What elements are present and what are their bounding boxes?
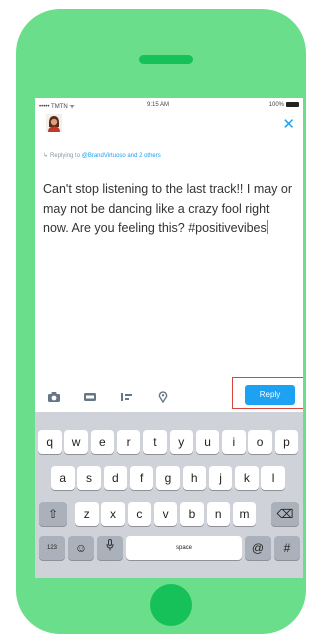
- key-p[interactable]: p: [274, 430, 299, 454]
- clock: 9:15 AM: [147, 102, 170, 108]
- space-key[interactable]: space: [126, 536, 242, 560]
- shift-key[interactable]: ⇧: [39, 502, 67, 526]
- key-o[interactable]: o: [248, 430, 272, 454]
- key-c[interactable]: c: [127, 502, 152, 526]
- key-z[interactable]: z: [75, 502, 99, 526]
- home-button[interactable]: [150, 584, 192, 626]
- battery-percent: 100%: [268, 102, 284, 109]
- key-w[interactable]: w: [64, 430, 88, 454]
- carrier-label: ••••• TMTN ᯤ: [39, 104, 75, 110]
- key-t[interactable]: t: [143, 430, 167, 454]
- key-q[interactable]: q: [38, 430, 62, 454]
- text-cursor: [266, 220, 268, 234]
- replying-mentions: @BrandVirtuoso and 2 others: [81, 153, 161, 159]
- tweet-text-area[interactable]: Can't stop listening to the last track!!…: [43, 180, 293, 239]
- status-bar: ••••• TMTN ᯤ 9:15 AM 100%: [35, 98, 303, 114]
- key-v[interactable]: v: [153, 502, 178, 526]
- key-x[interactable]: x: [101, 502, 125, 526]
- replying-prefix: Replying to: [50, 153, 81, 159]
- key-k[interactable]: k: [235, 466, 259, 490]
- reply-arrow-icon: ↳: [43, 153, 49, 159]
- key-a[interactable]: a: [51, 466, 75, 490]
- backspace-key[interactable]: ⌫: [271, 502, 299, 526]
- location-icon[interactable]: [158, 390, 168, 408]
- phone-screen: ••••• TMTN ᯤ 9:15 AM 100% ✕ ↳ Replying to…: [35, 98, 303, 578]
- key-m[interactable]: m: [232, 502, 257, 526]
- key-r[interactable]: r: [116, 430, 141, 454]
- phone-speaker: [139, 55, 193, 64]
- poll-icon[interactable]: [120, 390, 134, 408]
- key-n[interactable]: n: [206, 502, 230, 526]
- microphone-icon: [106, 539, 114, 553]
- key-l[interactable]: l: [261, 466, 285, 490]
- key-s[interactable]: s: [77, 466, 101, 490]
- numbers-key[interactable]: 123: [39, 536, 65, 560]
- hash-key[interactable]: #: [274, 536, 300, 560]
- key-f[interactable]: f: [129, 466, 154, 490]
- microphone-key[interactable]: [97, 536, 123, 560]
- gif-icon[interactable]: [83, 390, 97, 408]
- key-j[interactable]: j: [208, 466, 233, 490]
- key-e[interactable]: e: [90, 430, 115, 454]
- key-d[interactable]: d: [103, 466, 128, 490]
- tweet-text: Can't stop listening to the last track!!…: [43, 182, 293, 235]
- reply-button-highlight: [232, 377, 303, 409]
- battery-indicator: 100%: [269, 102, 299, 108]
- key-h[interactable]: h: [182, 466, 206, 490]
- key-i[interactable]: i: [222, 430, 246, 454]
- battery-icon: [286, 102, 299, 107]
- emoji-key[interactable]: ☺: [68, 536, 94, 560]
- camera-icon[interactable]: [47, 390, 61, 408]
- on-screen-keyboard: qwertyuiop asdfghjkl zxcvbnm ⇧ ⌫ 123 ☺ s…: [35, 412, 303, 578]
- key-b[interactable]: b: [180, 502, 204, 526]
- key-u[interactable]: u: [195, 430, 220, 454]
- replying-to[interactable]: ↳ Replying to @BrandVirtuoso and 2 others: [43, 152, 161, 159]
- user-avatar[interactable]: [46, 114, 62, 132]
- close-icon[interactable]: ✕: [282, 117, 295, 132]
- key-g[interactable]: g: [156, 466, 180, 490]
- key-y[interactable]: y: [169, 430, 193, 454]
- at-key[interactable]: @: [245, 536, 271, 560]
